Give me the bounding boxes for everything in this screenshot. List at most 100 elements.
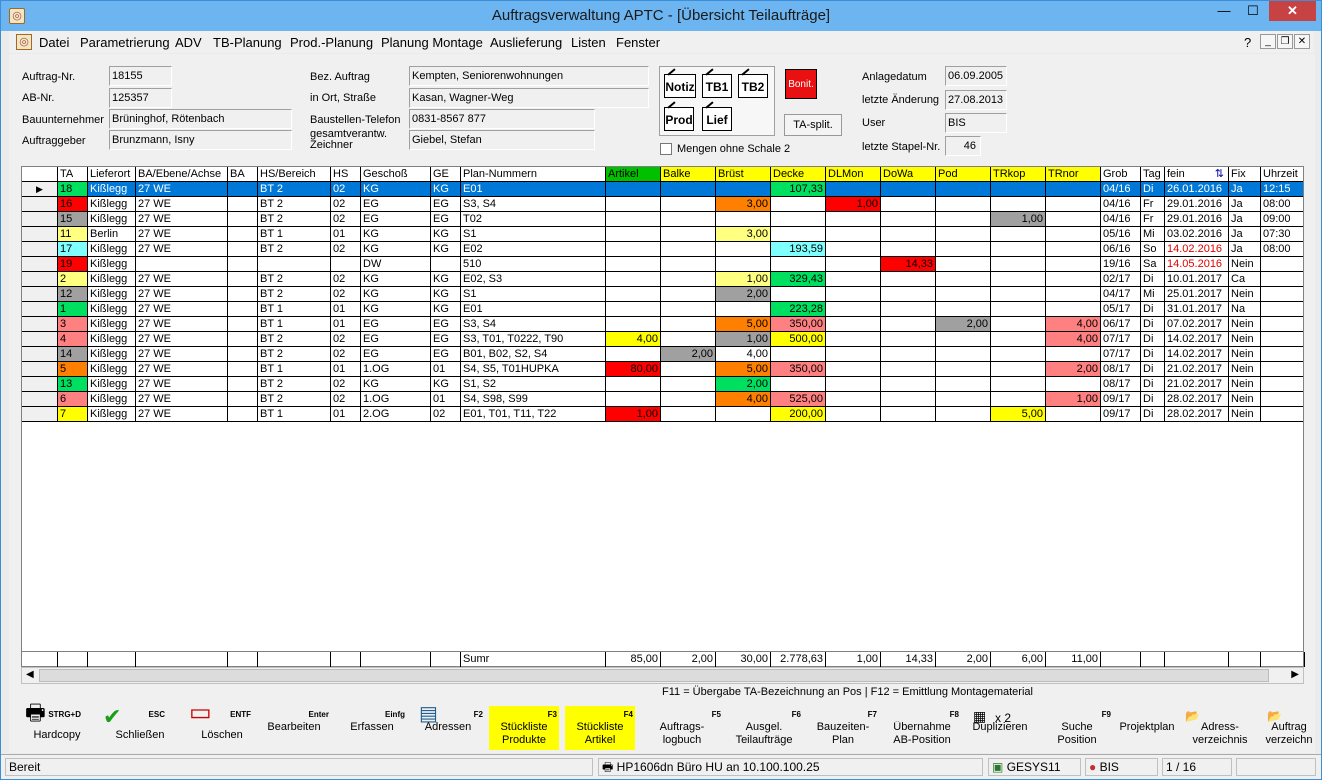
cell-ba_ebene[interactable]: 27 WE: [136, 197, 228, 212]
table-row[interactable]: 19 Kißlegg DW 510 14,33 19/16 Sa 14.05.2016 Nein: [22, 257, 1303, 272]
cell-grob[interactable]: 04/16: [1101, 212, 1141, 227]
cell-ba_ebene[interactable]: 27 WE: [136, 332, 228, 347]
cell-bruest[interactable]: 1,00: [716, 332, 771, 347]
cell-grob[interactable]: 04/16: [1101, 182, 1141, 197]
cell-plan[interactable]: S4, S98, S99: [461, 392, 606, 407]
column-header-lieferort[interactable]: Lieferort: [88, 167, 136, 182]
cell-balke[interactable]: [661, 227, 716, 242]
cell-tag[interactable]: Fr: [1141, 212, 1165, 227]
column-header-ba[interactable]: BA: [228, 167, 258, 182]
cell-uhrzeit[interactable]: [1261, 392, 1303, 407]
cell-pod[interactable]: [936, 362, 991, 377]
cell-trnor[interactable]: 4,00: [1046, 317, 1101, 332]
cell-ge[interactable]: KG: [431, 272, 461, 287]
cell-dowa[interactable]: [881, 362, 936, 377]
cell-ta[interactable]: 5: [58, 362, 88, 377]
cell-dowa[interactable]: 14,33: [881, 257, 936, 272]
ort-strasse-field[interactable]: Kasan, Wagner-Weg: [409, 88, 649, 108]
cell-fein[interactable]: 28.02.2017: [1165, 407, 1229, 422]
column-header-fein[interactable]: fein ⇅: [1165, 167, 1229, 182]
cell-plan[interactable]: E01, T01, T11, T22: [461, 407, 606, 422]
cell-geschoss[interactable]: KG: [361, 272, 431, 287]
cell-artikel[interactable]: [606, 212, 661, 227]
duplizieren-button[interactable]: ▦ x 2 Duplizieren: [965, 706, 1035, 750]
tb2-button[interactable]: TB2: [738, 74, 768, 98]
cell-hs_bereich[interactable]: BT 2: [258, 197, 331, 212]
cell-bruest[interactable]: [716, 407, 771, 422]
stückliste-produkte-button[interactable]: F3 Stückliste Produkte: [489, 706, 559, 750]
cell-ta[interactable]: 7: [58, 407, 88, 422]
cell-ge[interactable]: EG: [431, 212, 461, 227]
cell-lieferort[interactable]: Kißlegg: [88, 242, 136, 257]
cell-geschoss[interactable]: KG: [361, 242, 431, 257]
cell-dowa[interactable]: [881, 242, 936, 257]
cell-fein[interactable]: 14.02.2017: [1165, 347, 1229, 362]
cell-ba[interactable]: [228, 272, 258, 287]
cell-plan[interactable]: S3, S4: [461, 197, 606, 212]
cell-ba_ebene[interactable]: 27 WE: [136, 362, 228, 377]
cell-artikel[interactable]: [606, 197, 661, 212]
cell-artikel[interactable]: 1,00: [606, 407, 661, 422]
cell-decke[interactable]: [771, 212, 826, 227]
cell-ta[interactable]: 17: [58, 242, 88, 257]
row-indicator[interactable]: [22, 287, 58, 302]
cell-fix[interactable]: Nein: [1229, 257, 1261, 272]
column-header-ge[interactable]: GE: [431, 167, 461, 182]
cell-fein[interactable]: 21.02.2017: [1165, 362, 1229, 377]
cell-balke[interactable]: [661, 272, 716, 287]
cell-hs[interactable]: 02: [331, 212, 361, 227]
cell-uhrzeit[interactable]: [1261, 302, 1303, 317]
cell-trnor[interactable]: [1046, 242, 1101, 257]
cell-trkop[interactable]: [991, 272, 1046, 287]
cell-fein[interactable]: 07.02.2017: [1165, 317, 1229, 332]
cell-geschoss[interactable]: KG: [361, 377, 431, 392]
cell-pod[interactable]: [936, 257, 991, 272]
cell-geschoss[interactable]: 1.OG: [361, 362, 431, 377]
cell-fein[interactable]: 21.02.2017: [1165, 377, 1229, 392]
cell-dlmon[interactable]: [826, 227, 881, 242]
cell-hs[interactable]: 02: [331, 377, 361, 392]
cell-ge[interactable]: 01: [431, 392, 461, 407]
cell-hs_bereich[interactable]: BT 1: [258, 227, 331, 242]
cell-uhrzeit[interactable]: [1261, 362, 1303, 377]
cell-decke[interactable]: 223,28: [771, 302, 826, 317]
cell-ba_ebene[interactable]: 27 WE: [136, 287, 228, 302]
column-header-dlmon[interactable]: DLMon: [826, 167, 881, 182]
cell-trnor[interactable]: 4,00: [1046, 332, 1101, 347]
cell-bruest[interactable]: 4,00: [716, 392, 771, 407]
cell-fein[interactable]: 26.01.2016: [1165, 182, 1229, 197]
cell-hs[interactable]: 02: [331, 197, 361, 212]
cell-hs_bereich[interactable]: BT 1: [258, 302, 331, 317]
cell-decke[interactable]: [771, 347, 826, 362]
cell-artikel[interactable]: [606, 242, 661, 257]
cell-ta[interactable]: 14: [58, 347, 88, 362]
menu-tb-planung[interactable]: TB-Planung: [213, 35, 282, 50]
cell-uhrzeit[interactable]: [1261, 287, 1303, 302]
hardcopy-button[interactable]: STRG+D 🖶 Hardcopy: [13, 702, 83, 750]
cell-geschoss[interactable]: KG: [361, 227, 431, 242]
row-indicator[interactable]: [22, 317, 58, 332]
cell-grob[interactable]: 07/17: [1101, 332, 1141, 347]
cell-pod[interactable]: [936, 197, 991, 212]
cell-tag[interactable]: Di: [1141, 272, 1165, 287]
cell-trkop[interactable]: [991, 332, 1046, 347]
cell-geschoss[interactable]: EG: [361, 197, 431, 212]
cell-artikel[interactable]: [606, 257, 661, 272]
cell-balke[interactable]: [661, 317, 716, 332]
cell-grob[interactable]: 02/17: [1101, 272, 1141, 287]
cell-dlmon[interactable]: [826, 287, 881, 302]
row-indicator[interactable]: [22, 377, 58, 392]
cell-fein[interactable]: 10.01.2017: [1165, 272, 1229, 287]
cell-ta[interactable]: 15: [58, 212, 88, 227]
cell-ge[interactable]: 02: [431, 407, 461, 422]
cell-dlmon[interactable]: [826, 377, 881, 392]
cell-ge[interactable]: KG: [431, 182, 461, 197]
cell-ge[interactable]: EG: [431, 347, 461, 362]
cell-dowa[interactable]: [881, 287, 936, 302]
cell-hs[interactable]: 02: [331, 347, 361, 362]
cell-geschoss[interactable]: KG: [361, 302, 431, 317]
cell-dowa[interactable]: [881, 332, 936, 347]
suche-position-button[interactable]: F9 Suche Position: [1041, 706, 1113, 750]
cell-hs_bereich[interactable]: BT 2: [258, 287, 331, 302]
cell-ba_ebene[interactable]: 27 WE: [136, 377, 228, 392]
